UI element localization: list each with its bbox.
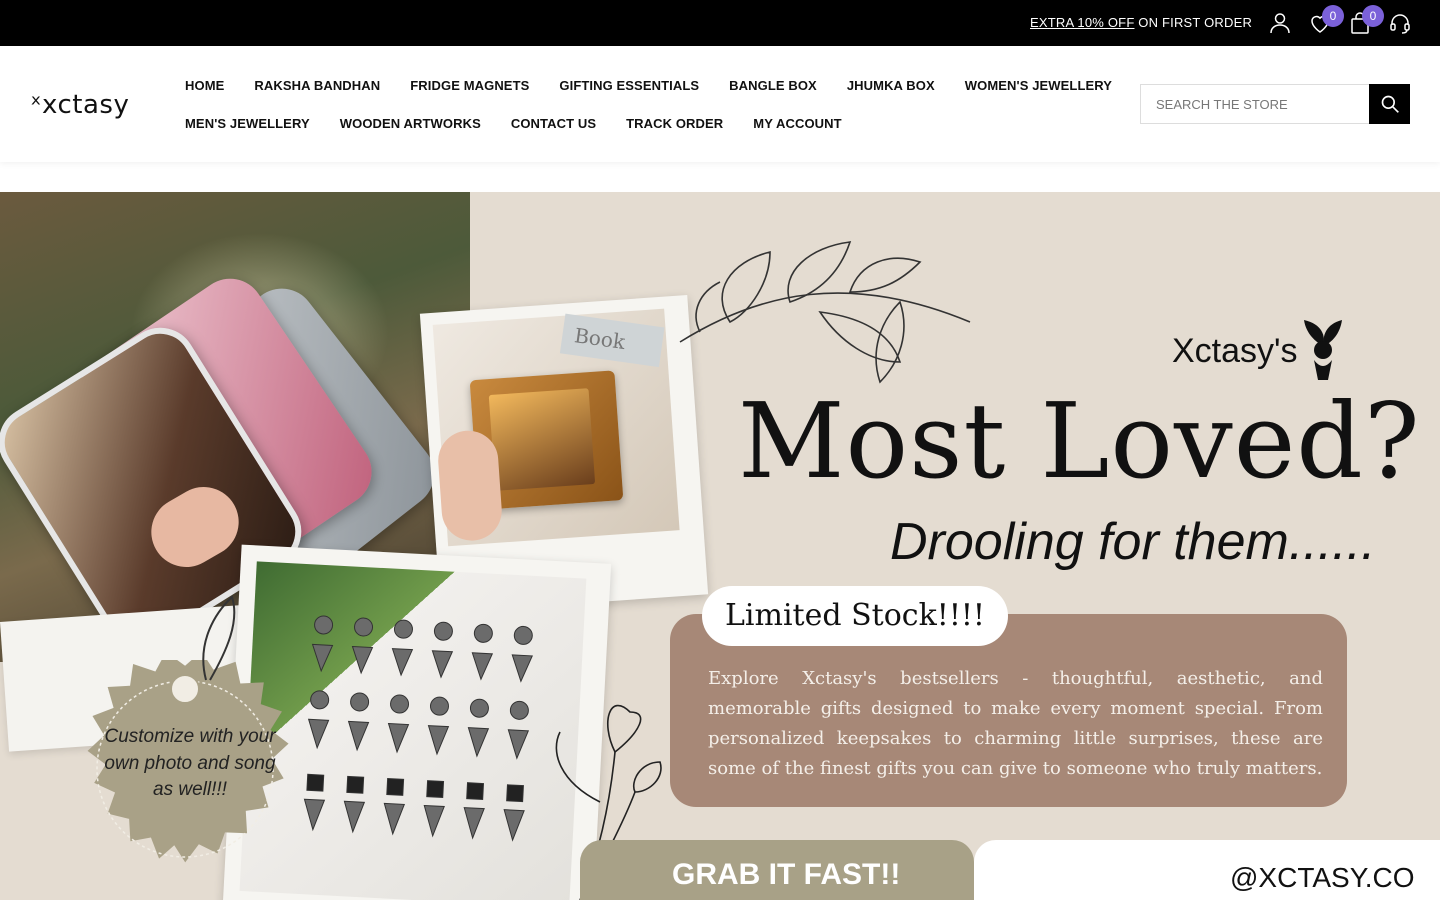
seal-string [202,595,236,681]
limited-stock-pill: Limited Stock!!!! [702,586,1008,646]
nav-bangle-box[interactable]: BANGLE BOX [729,78,817,93]
nav-wooden-artworks[interactable]: WOODEN ARTWORKS [340,116,481,131]
nav-gifting-essentials[interactable]: GIFTING ESSENTIALS [559,78,699,93]
main-nav-row-2: MEN'S JEWELLERY WOODEN ARTWORKS CONTACT … [185,116,842,131]
hero-description: Explore Xctasy's bestsellers - thoughtfu… [708,668,1323,779]
nav-fridge-magnets[interactable]: FRIDGE MAGNETS [410,78,529,93]
hero-banner[interactable]: Book Xctasy's Most Loved? Drooling for t… [0,192,1440,900]
search-form [1140,84,1410,124]
promo-highlight[interactable]: EXTRA 10% OFF [1030,15,1134,30]
nav-jhumka-box[interactable]: JHUMKA BOX [847,78,935,93]
account-icon[interactable] [1268,11,1292,35]
hero-title: Most Loved? [738,380,1421,502]
instagram-handle-banner: @XCTASY.CO [974,840,1440,900]
grab-it-fast-banner: GRAB IT FAST!! [580,840,974,900]
nav-track-order[interactable]: TRACK ORDER [626,116,723,131]
search-input[interactable] [1141,85,1370,123]
leaf-branch-art [679,241,971,384]
promo-rest: ON FIRST ORDER [1134,15,1253,30]
announcement-bar: EXTRA 10% OFF ON FIRST ORDER 0 0 [0,0,1440,46]
site-header: ˣxctasy HOME RAKSHA BANDHAN FRIDGE MAGNE… [0,46,1440,162]
instagram-handle: @XCTASY.CO [1230,862,1415,893]
search-icon [1381,95,1399,113]
search-button[interactable] [1369,84,1410,124]
seal-text: Customize with your own photo and song a… [104,726,276,800]
nav-contact-us[interactable]: CONTACT US [511,116,596,131]
nav-womens-jewellery[interactable]: WOMEN'S JEWELLERY [965,78,1112,93]
site-logo[interactable]: ˣxctasy [30,90,129,120]
nav-mens-jewellery[interactable]: MEN'S JEWELLERY [185,116,310,131]
hand-holding-box [436,428,504,543]
wishlist-count-badge: 0 [1322,5,1344,27]
grab-it-fast-text: GRAB IT FAST!! [672,858,901,891]
nav-my-account[interactable]: MY ACCOUNT [753,116,841,131]
fairy-logo-icon [1304,320,1342,380]
hero-brand-name: Xctasy's [1172,332,1298,370]
nav-home[interactable]: HOME [185,78,224,93]
cart-count-badge: 0 [1362,5,1384,27]
nav-raksha-bandhan[interactable]: RAKSHA BANDHAN [254,78,380,93]
hero-subtitle: Drooling for them...... [890,513,1376,571]
support-headset-icon[interactable] [1388,11,1412,35]
main-nav-row-1: HOME RAKSHA BANDHAN FRIDGE MAGNETS GIFTI… [185,78,1112,93]
promo-text[interactable]: EXTRA 10% OFF ON FIRST ORDER [1030,15,1252,30]
